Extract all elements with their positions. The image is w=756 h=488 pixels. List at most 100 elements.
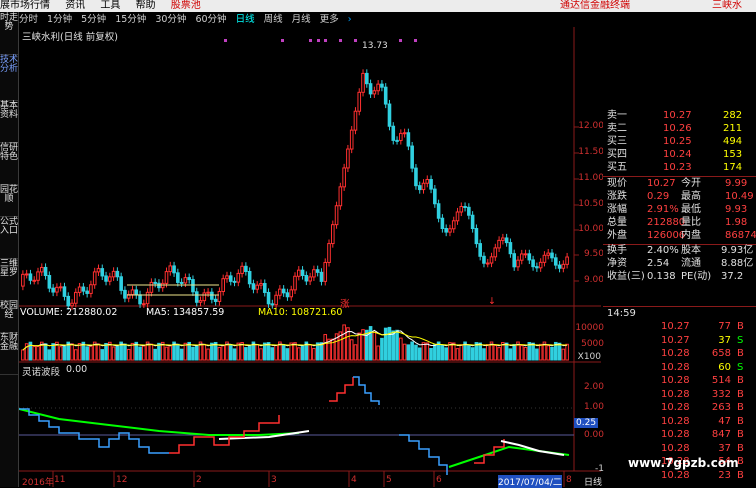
stat-value: 10.49: [725, 191, 754, 202]
volume-bar: [221, 345, 225, 361]
candle-body: [51, 287, 55, 293]
candle-body: [74, 291, 78, 304]
period-60m[interactable]: 60分钟: [195, 14, 226, 25]
volume-bar: [217, 346, 222, 361]
date-label-12: 12: [116, 475, 128, 485]
volume-bar: [96, 343, 101, 361]
main-chart-title: 三峡水利(日线 前复权): [22, 32, 118, 43]
candle-body: [58, 286, 63, 289]
tab-campus[interactable]: 校园经: [0, 302, 18, 333]
volume-bar: [425, 342, 430, 361]
order-level-volume: 211: [723, 123, 743, 134]
period-30m[interactable]: 30分钟: [155, 14, 186, 25]
chart-area[interactable]: [19, 27, 601, 487]
candle-body: [535, 266, 539, 269]
down-marker: ↓: [488, 296, 496, 307]
period-more[interactable]: 更多: [320, 14, 339, 25]
volume-bar: [523, 346, 528, 361]
tab-ths[interactable]: 园花顺: [0, 186, 18, 217]
tick-volume: 23: [718, 469, 731, 481]
menu-help[interactable]: 帮助: [136, 0, 156, 11]
candle-body: [553, 257, 558, 266]
candle-body: [228, 275, 233, 282]
volume-bar: [497, 347, 501, 361]
period-5m[interactable]: 5分钟: [81, 14, 106, 25]
tab-research[interactable]: 信研特色: [0, 144, 18, 185]
stat-value: 9.99: [725, 178, 748, 189]
tick-side: B: [737, 321, 744, 332]
volume-bar: [444, 347, 448, 361]
candle-body: [259, 283, 263, 286]
period-15m[interactable]: 15分钟: [115, 14, 146, 25]
order-level-price: 10.23: [663, 162, 692, 173]
volume-bar: [138, 346, 142, 361]
price-tick-1200: 12.00: [578, 121, 604, 131]
volume-bar: [557, 342, 562, 361]
candle-body: [440, 217, 445, 230]
volume-bar: [312, 348, 316, 361]
stat-row: 收益(三) 0.138 PE(动) 37.2: [603, 271, 748, 283]
stat-value: 2.91%: [647, 204, 679, 215]
period-1m[interactable]: 1分钟: [47, 14, 72, 25]
period-monthly[interactable]: 月线: [292, 14, 311, 25]
stat-label: 现价: [607, 178, 627, 189]
date-cursor-label: 2017/07/04/二: [498, 475, 562, 488]
volume-bar: [467, 344, 471, 361]
candle-body: [489, 256, 494, 264]
candle-body: [176, 272, 180, 283]
candle-body: [43, 266, 48, 277]
period-weekly[interactable]: 周线: [264, 14, 283, 25]
date-label-6: 6: [436, 475, 442, 485]
candle-body: [149, 281, 154, 293]
indicator-current-badge: 0.25: [574, 418, 599, 428]
candle-body: [179, 281, 184, 284]
candle-body: [138, 294, 142, 305]
volume-bar: [561, 348, 566, 361]
date-label-11: 11: [54, 475, 66, 485]
menu-market[interactable]: 展市场行情: [0, 0, 50, 11]
volume-bar: [308, 344, 312, 361]
tab-fundamentals[interactable]: 基本资料: [0, 102, 18, 143]
volume-bar: [504, 342, 509, 361]
period-daily[interactable]: 日线: [236, 14, 255, 25]
tab-technical[interactable]: 技术分析: [0, 56, 18, 101]
tick-side: B: [737, 402, 744, 413]
ma10-label: MA10: 108721.60: [258, 307, 343, 318]
tab-formula[interactable]: 公式入口: [0, 218, 18, 259]
tick-row: 10.28 263 B: [603, 402, 748, 414]
candle-body: [55, 286, 59, 293]
candle-body: [512, 253, 516, 268]
candle-body: [482, 255, 486, 264]
candle-body: [346, 148, 350, 169]
volume-bar: [168, 345, 173, 361]
candle-body: [312, 269, 316, 278]
price-tick-950: 9.50: [583, 249, 604, 259]
tab-timeshare[interactable]: 时走势: [0, 14, 18, 55]
candle-body: [296, 269, 301, 277]
tick-volume: 77: [718, 321, 731, 332]
candle-body: [36, 271, 40, 281]
candle-body: [334, 205, 339, 226]
volume-bar: [259, 348, 263, 361]
quote-divider: [603, 176, 756, 177]
stat-label: 量比: [681, 217, 701, 228]
tab-eastmoney[interactable]: 东财金融: [0, 334, 18, 375]
volume-bar: [383, 327, 388, 361]
candle-body: [349, 129, 354, 150]
candle-body: [516, 259, 520, 268]
volume-bar: [164, 346, 169, 361]
tick-price: 10.27: [661, 321, 690, 332]
menu-tools[interactable]: 工具: [100, 0, 120, 11]
menu-stock-pool[interactable]: 股票池: [171, 0, 201, 11]
volume-bar: [126, 348, 131, 361]
candle-body: [504, 237, 509, 244]
menu-info[interactable]: 资讯: [65, 0, 85, 11]
stat-value: 1.98: [725, 217, 748, 228]
volume-bar: [36, 345, 40, 361]
candle-body: [225, 275, 229, 280]
period-timeshare[interactable]: 分时: [19, 14, 38, 25]
chevron-right-icon[interactable]: ›: [348, 14, 352, 25]
tick-row: 10.28 47 B: [603, 416, 748, 428]
volume-bar: [194, 345, 199, 361]
tab-3d[interactable]: 三维星罗: [0, 260, 18, 301]
